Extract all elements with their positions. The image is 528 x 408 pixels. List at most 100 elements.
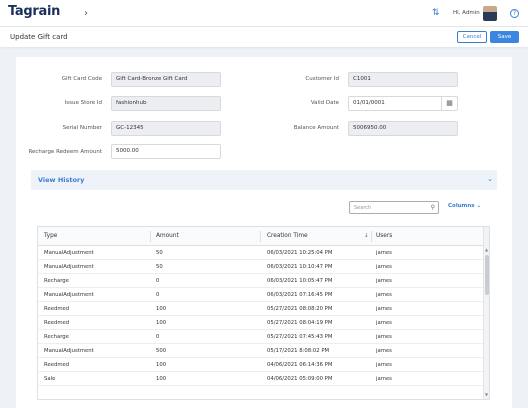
table-scrollbar[interactable]: ▲ ▼ [483, 227, 489, 399]
cell-creation-time: 04/06/2021 06:14:36 PM [267, 362, 333, 368]
sync-icon[interactable]: ⇅ [432, 8, 440, 18]
cell-type: ManualAdjustment [44, 264, 94, 270]
cell-amount: 100 [156, 320, 167, 326]
cell-amount: 0 [156, 334, 160, 340]
cell-type: Reedmed [44, 362, 70, 368]
customer-id-field: C1001 [348, 72, 458, 87]
help-icon[interactable]: ? [510, 9, 519, 18]
table-row[interactable]: ManualAdjustment 0 06/03/2021 07:16:45 P… [38, 288, 483, 302]
cell-amount: 100 [156, 306, 167, 312]
cancel-button[interactable]: Cancel [457, 31, 487, 43]
history-table: Type Amount Creation Time ↓ Users Manual… [37, 226, 490, 400]
recharge-redeem-amount-input[interactable]: 5000.00 [111, 144, 221, 159]
column-divider[interactable] [371, 231, 372, 242]
search-input[interactable]: Search ⚲ [349, 201, 439, 214]
chevron-right-icon[interactable]: › [84, 8, 88, 19]
cell-user: james [376, 320, 392, 326]
balance-amount-label: Balance Amount [293, 125, 339, 131]
customer-id-label: Customer Id [305, 76, 339, 82]
cell-user: james [376, 348, 392, 354]
issue-store-id-field: fashionhub [111, 96, 221, 111]
cell-amount: 50 [156, 264, 163, 270]
cell-amount: 0 [156, 292, 160, 298]
page-title: Update Gift card [10, 33, 68, 41]
cell-user: james [376, 292, 392, 298]
serial-number-label: Serial Number [62, 125, 102, 131]
scroll-down-icon[interactable]: ▼ [485, 392, 488, 397]
cell-type: Recharge [44, 278, 69, 284]
valid-date-value: 01/01/0001 [353, 100, 385, 106]
chevron-down-icon: ⌄ [476, 203, 482, 209]
cell-type: ManualAdjustment [44, 292, 94, 298]
scrollbar-thumb[interactable] [485, 255, 489, 295]
table-row[interactable]: ManualAdjustment 500 05/17/2021 8:08:02 … [38, 344, 483, 358]
logo-text: Tagrain [8, 4, 61, 19]
table-row[interactable]: Reedmed 100 05/27/2021 08:08:20 PM james [38, 302, 483, 316]
app-logo[interactable]: Tagrain [8, 4, 60, 19]
sort-down-icon[interactable]: ↓ [364, 233, 369, 239]
cell-type: ManualAdjustment [44, 348, 94, 354]
cell-amount: 0 [156, 278, 160, 284]
cell-user: james [376, 250, 392, 256]
cell-user: james [376, 306, 392, 312]
cell-type: Reedmed [44, 306, 70, 312]
cell-creation-time: 05/17/2021 8:08:02 PM [267, 348, 330, 354]
column-header-amount[interactable]: Amount [156, 233, 179, 239]
cell-type: Recharge [44, 334, 69, 340]
cell-amount: 50 [156, 250, 163, 256]
cell-amount: 100 [156, 362, 167, 368]
save-button[interactable]: Save [490, 31, 519, 43]
cell-creation-time: 04/06/2021 05:09:00 PM [267, 376, 333, 382]
cell-creation-time: 06/03/2021 07:16:45 PM [267, 292, 333, 298]
avatar[interactable] [483, 6, 497, 21]
table-row[interactable]: ManualAdjustment 50 06/03/2021 10:10:47 … [38, 260, 483, 274]
calendar-icon[interactable]: ▦ [441, 96, 457, 111]
issue-store-id-label: Issue Store Id [64, 100, 102, 106]
scroll-up-icon[interactable]: ▲ [485, 247, 488, 252]
table-row[interactable]: Recharge 0 06/03/2021 10:05:47 PM james [38, 274, 483, 288]
table-row[interactable]: Sale 100 04/06/2021 05:09:00 PM james [38, 372, 483, 386]
balance-amount-field: 5006950.00 [348, 121, 458, 136]
search-placeholder: Search [354, 205, 372, 211]
search-icon[interactable]: ⚲ [431, 204, 435, 211]
valid-date-input[interactable]: 01/01/0001 ▦ [348, 96, 458, 111]
table-row[interactable]: Reedmed 100 04/06/2021 06:14:36 PM james [38, 358, 483, 372]
cell-creation-time: 06/03/2021 10:10:47 PM [267, 264, 333, 270]
cell-creation-time: 05/27/2021 08:08:20 PM [267, 306, 333, 312]
column-header-creation-time[interactable]: Creation Time [267, 233, 308, 239]
page-header: Update Gift card [0, 27, 528, 47]
cell-user: james [376, 376, 392, 382]
table-row[interactable]: ManualAdjustment 50 06/03/2021 10:25:04 … [38, 246, 483, 260]
user-greeting[interactable]: Hi, Admin [453, 10, 480, 16]
gift-card-code-field: Gift Card-Bronze Gift Card [111, 72, 221, 87]
column-divider[interactable] [260, 231, 261, 242]
cell-creation-time: 05/27/2021 08:04:19 PM [267, 320, 333, 326]
cell-creation-time: 05/27/2021 07:45:43 PM [267, 334, 333, 340]
cell-type: Sale [44, 376, 56, 382]
valid-date-label: Valid Date [310, 100, 339, 106]
cell-amount: 100 [156, 376, 167, 382]
cell-creation-time: 06/03/2021 10:25:04 PM [267, 250, 333, 256]
cell-creation-time: 06/03/2021 10:05:47 PM [267, 278, 333, 284]
cell-user: james [376, 264, 392, 270]
columns-label: Columns [448, 203, 475, 209]
column-header-type[interactable]: Type [44, 233, 57, 239]
top-bar: Tagrain › ⇅ Hi, Admin ? [0, 0, 528, 27]
table-row[interactable]: Reedmed 100 05/27/2021 08:04:19 PM james [38, 316, 483, 330]
columns-button[interactable]: Columns ⌄ [448, 203, 481, 209]
cell-type: ManualAdjustment [44, 250, 94, 256]
gift-card-code-label: Gift Card Code [61, 76, 102, 82]
cell-user: james [376, 334, 392, 340]
table-row[interactable]: Recharge 0 05/27/2021 07:45:43 PM james [38, 330, 483, 344]
cell-user: james [376, 362, 392, 368]
cell-user: james [376, 278, 392, 284]
cell-type: Reedmed [44, 320, 70, 326]
column-header-users[interactable]: Users [376, 233, 392, 239]
table-header: Type Amount Creation Time ↓ Users [38, 227, 489, 246]
serial-number-field: GC-12345 [111, 121, 221, 136]
cell-amount: 500 [156, 348, 167, 354]
view-history-header[interactable]: View History ⌄ [31, 170, 497, 190]
chevron-down-icon[interactable]: ⌄ [487, 175, 493, 183]
view-history-title[interactable]: View History [38, 176, 84, 184]
column-divider[interactable] [150, 231, 151, 242]
